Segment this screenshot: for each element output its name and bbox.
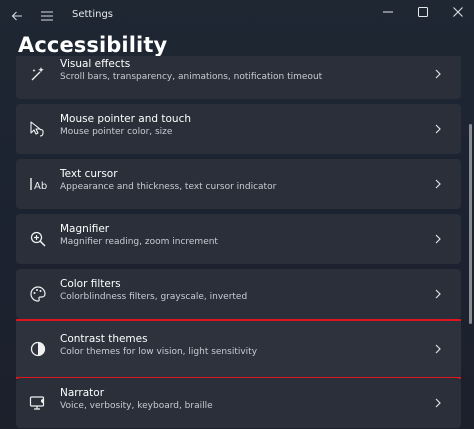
item-subtitle: Scroll bars, transparency, animations, n… <box>60 72 323 82</box>
menu-button[interactable] <box>32 0 62 32</box>
close-button[interactable] <box>438 0 474 24</box>
back-button[interactable] <box>2 0 32 32</box>
item-text-cursor[interactable]: Ab Text cursor Appearance and thickness,… <box>16 159 461 209</box>
settings-list: Visual effects Scroll bars, transparency… <box>16 56 461 429</box>
item-title: Color filters <box>60 278 121 290</box>
settings-window: Settings Accessibility Visual effects Sc… <box>0 0 474 429</box>
item-title: Magnifier <box>60 223 110 235</box>
maximize-icon <box>418 7 428 17</box>
item-subtitle: Appearance and thickness, text cursor in… <box>60 182 277 192</box>
color-filters-icon <box>28 284 48 304</box>
chevron-right-icon <box>433 342 443 356</box>
title-bar: Settings <box>0 0 474 32</box>
scrollbar[interactable] <box>469 124 472 324</box>
minimize-icon <box>383 11 393 13</box>
item-color-filters[interactable]: Color filters Colorblindness filters, gr… <box>16 269 461 319</box>
item-title: Contrast themes <box>60 333 148 345</box>
close-icon <box>453 7 463 17</box>
visual-effects-icon <box>28 64 48 84</box>
minimize-button[interactable] <box>368 0 408 24</box>
item-magnifier[interactable]: Magnifier Magnifier reading, zoom increm… <box>16 214 461 264</box>
item-subtitle: Colorblindness filters, grayscale, inver… <box>60 292 248 302</box>
item-subtitle: Voice, verbosity, keyboard, braille <box>60 401 213 411</box>
window-title: Settings <box>72 9 114 20</box>
item-title: Visual effects <box>60 58 131 70</box>
item-title: Text cursor <box>60 168 118 180</box>
item-subtitle: Mouse pointer color, size <box>60 127 173 137</box>
back-arrow-icon <box>11 11 22 21</box>
item-title: Narrator <box>60 387 105 399</box>
page-title: Accessibility <box>18 33 168 57</box>
chevron-right-icon <box>433 287 443 301</box>
chevron-right-icon <box>433 232 443 246</box>
magnifier-icon <box>28 229 48 249</box>
item-subtitle: Color themes for low vision, light sensi… <box>60 347 258 357</box>
contrast-icon <box>28 339 48 359</box>
item-mouse-pointer[interactable]: Mouse pointer and touch Mouse pointer co… <box>16 104 461 154</box>
item-visual-effects[interactable]: Visual effects Scroll bars, transparency… <box>16 56 461 99</box>
chevron-right-icon <box>433 122 443 136</box>
text-cursor-icon: Ab <box>28 174 48 194</box>
maximize-button[interactable] <box>403 0 443 24</box>
narrator-icon <box>28 393 48 413</box>
hamburger-icon <box>41 11 53 21</box>
chevron-right-icon <box>433 67 443 81</box>
item-title: Mouse pointer and touch <box>60 113 192 125</box>
item-subtitle: Magnifier reading, zoom increment <box>60 237 218 247</box>
chevron-right-icon <box>433 177 443 191</box>
mouse-pointer-icon <box>28 119 48 139</box>
item-contrast-themes[interactable]: Contrast themes Color themes for low vis… <box>16 319 461 379</box>
chevron-right-icon <box>433 396 443 410</box>
svg-text:Ab: Ab <box>34 181 47 192</box>
item-narrator[interactable]: Narrator Voice, verbosity, keyboard, bra… <box>16 378 461 428</box>
